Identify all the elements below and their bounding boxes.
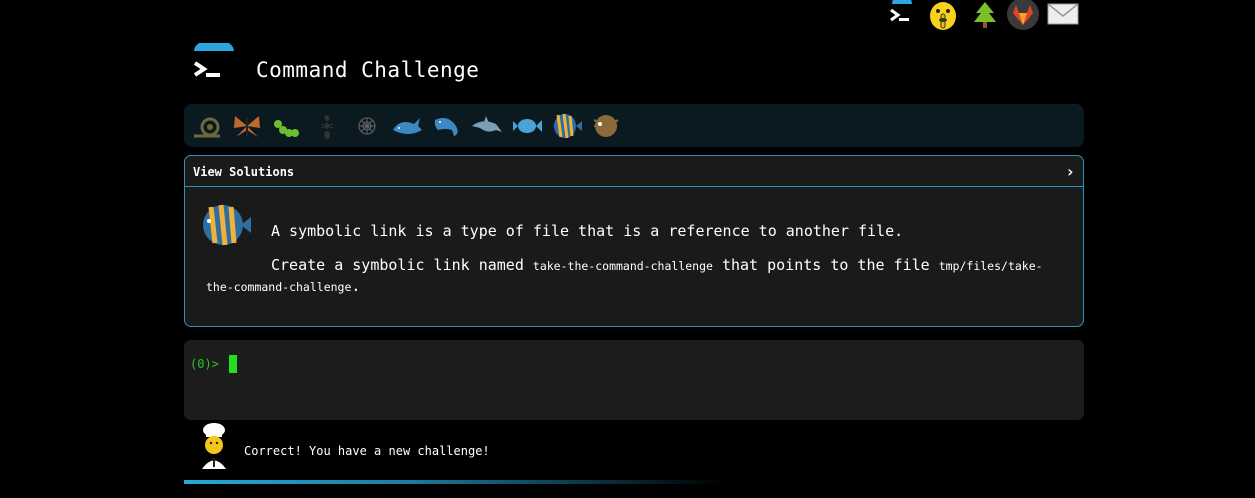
chevron-right-icon[interactable]: ›: [1065, 162, 1075, 181]
terminal-logo-icon[interactable]: [192, 39, 236, 85]
whale-level-icon[interactable]: [390, 110, 424, 142]
snail-level-icon[interactable]: [190, 110, 224, 142]
spider-web-level-icon[interactable]: [350, 110, 384, 142]
terminal-prompt: (0)>: [190, 357, 219, 371]
top-icon-bar: [884, 0, 1084, 32]
progress-underline: [184, 480, 724, 484]
view-solutions-toggle[interactable]: View Solutions ›: [185, 156, 1083, 187]
challenge-instructions: Create a symbolic link named take-the-co…: [206, 256, 1043, 295]
link-name-code: take-the-command-challenge: [532, 259, 713, 273]
chef-avatar-icon: [196, 422, 232, 470]
terminal-input[interactable]: (0)>: [184, 340, 1084, 420]
terminal-icon[interactable]: [884, 0, 918, 32]
challenge-intro-text: A symbolic link is a type of file that i…: [271, 222, 904, 240]
gitlab-icon[interactable]: [1006, 0, 1040, 32]
blowfish-level-icon[interactable]: [590, 110, 624, 142]
butterfly-level-icon[interactable]: [230, 110, 264, 142]
level-progress-bar: [184, 104, 1084, 147]
whale-2-level-icon[interactable]: [430, 110, 464, 142]
page-title: Command Challenge: [256, 58, 480, 82]
challenge-panel: View Solutions › A symbolic link is a ty…: [184, 155, 1084, 327]
fish-level-icon[interactable]: [510, 110, 544, 142]
shushing-face-icon[interactable]: [926, 0, 960, 32]
caterpillar-level-icon[interactable]: [270, 110, 304, 142]
mail-icon[interactable]: [1046, 0, 1080, 32]
view-solutions-label: View Solutions: [193, 165, 295, 179]
status-message: Correct! You have a new challenge!: [244, 444, 490, 458]
tropical-fish-icon: [197, 202, 253, 248]
terminal-cursor: [229, 355, 237, 373]
ant-level-icon[interactable]: [310, 110, 344, 142]
dolphin-level-icon[interactable]: [470, 110, 504, 142]
tree-icon[interactable]: [968, 0, 1002, 32]
tropical-fish-level-icon[interactable]: [550, 110, 584, 142]
